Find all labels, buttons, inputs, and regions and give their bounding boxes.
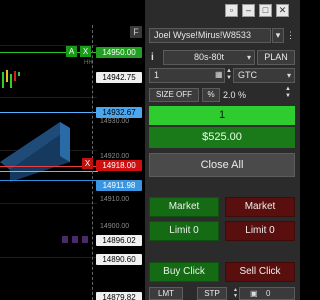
lmt-button[interactable]: LMT: [149, 287, 183, 300]
average-price-label: 14932.67: [96, 107, 142, 118]
entry-price-label: 14918.00: [96, 160, 142, 171]
chevron-down-icon: ▾: [246, 53, 251, 62]
stp-button[interactable]: STP: [197, 287, 227, 300]
reference-line: [0, 171, 98, 172]
percent-toggle-button[interactable]: %: [202, 88, 220, 102]
cancel-target-badge[interactable]: X: [80, 46, 91, 57]
volume-bar: [72, 236, 78, 243]
grid-line: [0, 203, 97, 204]
account-dropdown[interactable]: Joel Wyse!Mirus!W8533: [149, 28, 271, 43]
grid-line: [0, 257, 97, 258]
close-all-button[interactable]: Close All: [149, 153, 295, 177]
account-value: Joel Wyse!Mirus!W8533: [154, 30, 251, 40]
quantity-spin-icon[interactable]: ▲ ▼: [226, 68, 232, 82]
price-label: 14890.60: [96, 254, 142, 265]
instrument-value: 80s-80t: [193, 52, 225, 62]
tif-dropdown[interactable]: GTC ▾: [233, 68, 295, 83]
candle: [6, 70, 8, 82]
percent-spin-icon[interactable]: ▲ ▼: [285, 86, 291, 100]
target-price-label: 14950.00: [96, 47, 142, 58]
float-toggle-button[interactable]: F: [130, 26, 142, 38]
price-label: 14896.02: [96, 235, 142, 246]
buy-click-button[interactable]: Buy Click: [149, 262, 219, 282]
more-options-icon[interactable]: ⋮: [286, 30, 295, 41]
axis-tick: 14900.00: [100, 223, 130, 230]
offset-value: 0: [266, 289, 271, 298]
candle: [2, 72, 4, 88]
sell-limit-button[interactable]: Limit 0: [225, 221, 295, 241]
close-position-badge[interactable]: X: [82, 158, 93, 169]
close-icon[interactable]: ✕: [276, 4, 289, 17]
axis-tick: 14920.00: [100, 153, 130, 160]
axis-tick: 14910.00: [100, 196, 130, 203]
plan-button[interactable]: PLAN: [257, 50, 295, 65]
price-chart[interactable]: A X HH X 14930.00 14920.00 14910.00 1490…: [0, 0, 145, 300]
stop-line: [0, 180, 98, 181]
candle: [18, 72, 20, 76]
minimize-icon[interactable]: –: [242, 4, 255, 17]
grid-line: [0, 97, 97, 98]
chevron-down-icon: ▾: [286, 71, 291, 80]
axis-tick: 14930.00: [100, 118, 130, 125]
buy-market-button[interactable]: Market: [149, 197, 219, 217]
hh-label: HH: [84, 60, 93, 66]
last-price-label: 14942.75: [96, 72, 142, 83]
sell-market-button[interactable]: Market: [225, 197, 295, 217]
volume-profile-shape: [0, 122, 70, 182]
lock-icon: ▣: [250, 289, 258, 298]
instrument-dropdown[interactable]: 80s-80t ▾: [163, 50, 255, 65]
position-quantity: 1: [149, 106, 295, 125]
stop-price-label: 14911.98: [96, 180, 142, 191]
volume-bar: [62, 236, 68, 243]
quantity-value: 1: [154, 70, 160, 80]
quantity-stepper[interactable]: 1: [149, 68, 225, 83]
account-dropdown-arrow[interactable]: ▾: [272, 28, 284, 43]
price-label: 14879.82: [96, 292, 142, 300]
unrealized-pnl[interactable]: $525.00: [149, 127, 295, 148]
atm-badge[interactable]: A: [66, 46, 77, 57]
candle: [10, 74, 12, 88]
volume-bar: [82, 236, 88, 243]
stp-spin-icon[interactable]: ▲ ▼: [233, 287, 238, 299]
average-line: [0, 112, 98, 113]
calculator-icon[interactable]: ▦: [215, 70, 223, 79]
restore-icon[interactable]: ▫: [225, 4, 238, 17]
sell-click-button[interactable]: Sell Click: [225, 262, 295, 282]
percent-value[interactable]: 2.0 %: [223, 88, 246, 102]
maximize-icon[interactable]: □: [259, 4, 272, 17]
tif-value: GTC: [238, 70, 257, 80]
candle: [14, 71, 16, 81]
offset-field[interactable]: ▣ 0: [239, 287, 295, 300]
info-icon[interactable]: i: [151, 52, 154, 63]
size-off-button[interactable]: SIZE OFF: [149, 88, 199, 102]
buy-limit-button[interactable]: Limit 0: [149, 221, 219, 241]
window-titlebar: ▫ – □ ✕: [145, 0, 300, 22]
chart-trader-panel: ▫ – □ ✕ Joel Wyse!Mirus!W8533 ▾ ⋮ i 80s-…: [145, 0, 300, 300]
